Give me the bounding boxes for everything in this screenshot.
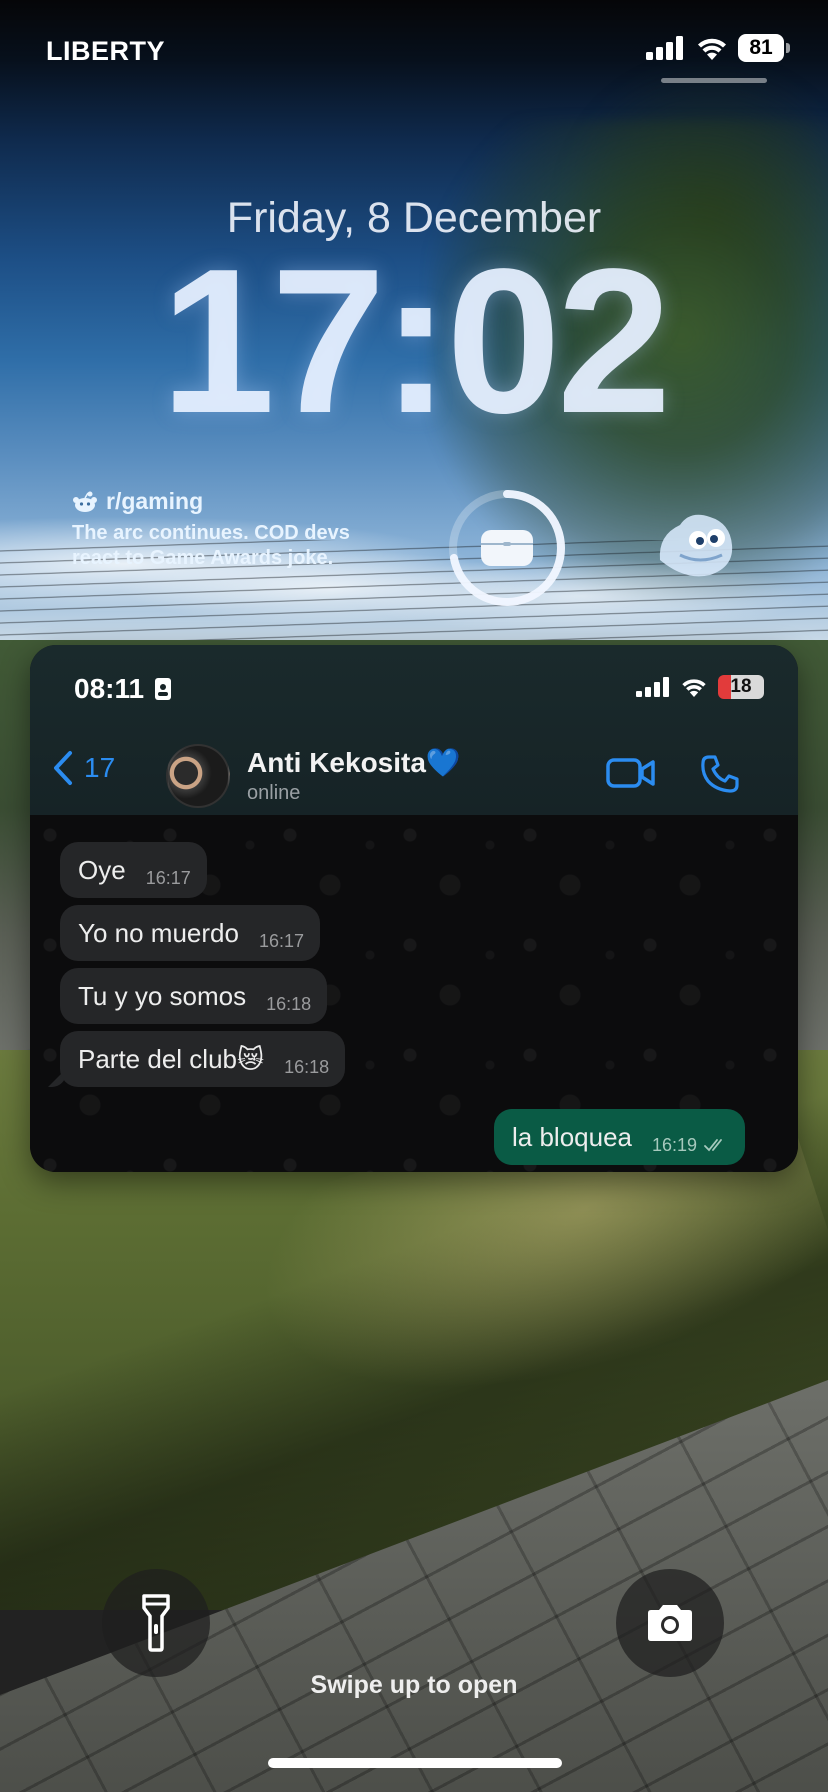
message-bubble-incoming[interactable]: Tu y yo somos 16:18 xyxy=(60,968,328,1024)
camera-icon xyxy=(648,1605,692,1641)
chat-messages-area: Oye 16:17 Yo no muerdo 16:17 Tu y yo som… xyxy=(30,815,798,1172)
battery-ring-widget[interactable] xyxy=(446,487,568,609)
double-check-icon xyxy=(704,1139,722,1152)
game-widget[interactable] xyxy=(650,505,740,585)
message-bubble-incoming[interactable]: Oye 16:17 xyxy=(60,842,207,898)
whatsapp-screenshot-card: 08:11 18 17 Anti Kekosita💙 online Oye 16… xyxy=(30,645,798,1172)
status-bar: LIBERTY 81 xyxy=(0,0,828,90)
message-text: la bloquea xyxy=(512,1121,632,1152)
battery-icon xyxy=(786,43,790,53)
status-icons: 81 xyxy=(646,34,790,62)
reddit-icon xyxy=(73,491,97,512)
video-call-icon[interactable] xyxy=(606,756,656,790)
reddit-widget-header: r/gaming xyxy=(72,488,392,515)
flashlight-icon xyxy=(142,1594,170,1652)
battery-level: 81 xyxy=(738,34,784,62)
contact-status: online xyxy=(247,782,301,804)
contact-name[interactable]: Anti Kekosita💙 xyxy=(247,746,461,779)
camera-button[interactable] xyxy=(616,1569,724,1677)
lock-time: 17:02 xyxy=(160,226,672,456)
cellular-signal-icon xyxy=(646,36,683,60)
chat-header: 08:11 18 17 Anti Kekosita💙 online xyxy=(30,645,798,815)
chevron-left-icon xyxy=(54,751,72,785)
contact-avatar[interactable] xyxy=(166,744,230,808)
card-status-icons: 18 xyxy=(636,675,764,699)
chat-nav-bar: 17 Anti Kekosita💙 online xyxy=(30,740,798,810)
reddit-headline: The arc continues. COD devs react to Gam… xyxy=(72,522,350,569)
unread-count: 17 xyxy=(84,752,116,783)
carrier-name: LIBERTY xyxy=(46,36,166,66)
home-indicator[interactable] xyxy=(268,1758,562,1768)
flashlight-button[interactable] xyxy=(102,1569,210,1677)
card-battery-level: 18 xyxy=(718,675,764,699)
phone-call-icon[interactable] xyxy=(700,754,740,794)
airpods-case-icon xyxy=(481,530,533,566)
card-wifi-icon xyxy=(682,679,706,697)
reddit-widget[interactable]: r/gaming The arc continues. COD devs rea… xyxy=(72,488,392,571)
status-indicator-bar xyxy=(661,78,767,83)
back-button[interactable]: 17 xyxy=(52,750,115,786)
subreddit-name: r/gaming xyxy=(106,488,204,514)
message-text: Oye xyxy=(78,854,126,885)
message-bubble-incoming[interactable]: Yo no muerdo 16:17 xyxy=(60,905,320,961)
game-character-icon xyxy=(659,514,733,577)
card-status-time-group: 08:11 xyxy=(74,673,172,705)
message-text: Parte del club😿 xyxy=(78,1043,265,1074)
message-bubble-incoming[interactable]: Parte del club😿 16:18 xyxy=(60,1031,346,1087)
message-time: 16:19 xyxy=(652,1134,698,1155)
message-time: 16:17 xyxy=(258,930,304,951)
id-card-icon xyxy=(155,678,172,700)
card-signal-icon xyxy=(636,677,669,697)
message-text: Tu y yo somos xyxy=(78,980,247,1011)
card-status-time: 08:11 xyxy=(74,673,145,704)
message-time: 16:18 xyxy=(284,1056,330,1077)
wifi-icon xyxy=(698,38,726,60)
message-bubble-outgoing[interactable]: la bloquea 16:19 xyxy=(494,1109,746,1165)
message-time: 16:17 xyxy=(145,867,191,888)
message-time: 16:18 xyxy=(266,993,312,1014)
message-text: Yo no muerdo xyxy=(78,917,239,948)
swipe-up-hint: Swipe up to open xyxy=(310,1671,518,1699)
